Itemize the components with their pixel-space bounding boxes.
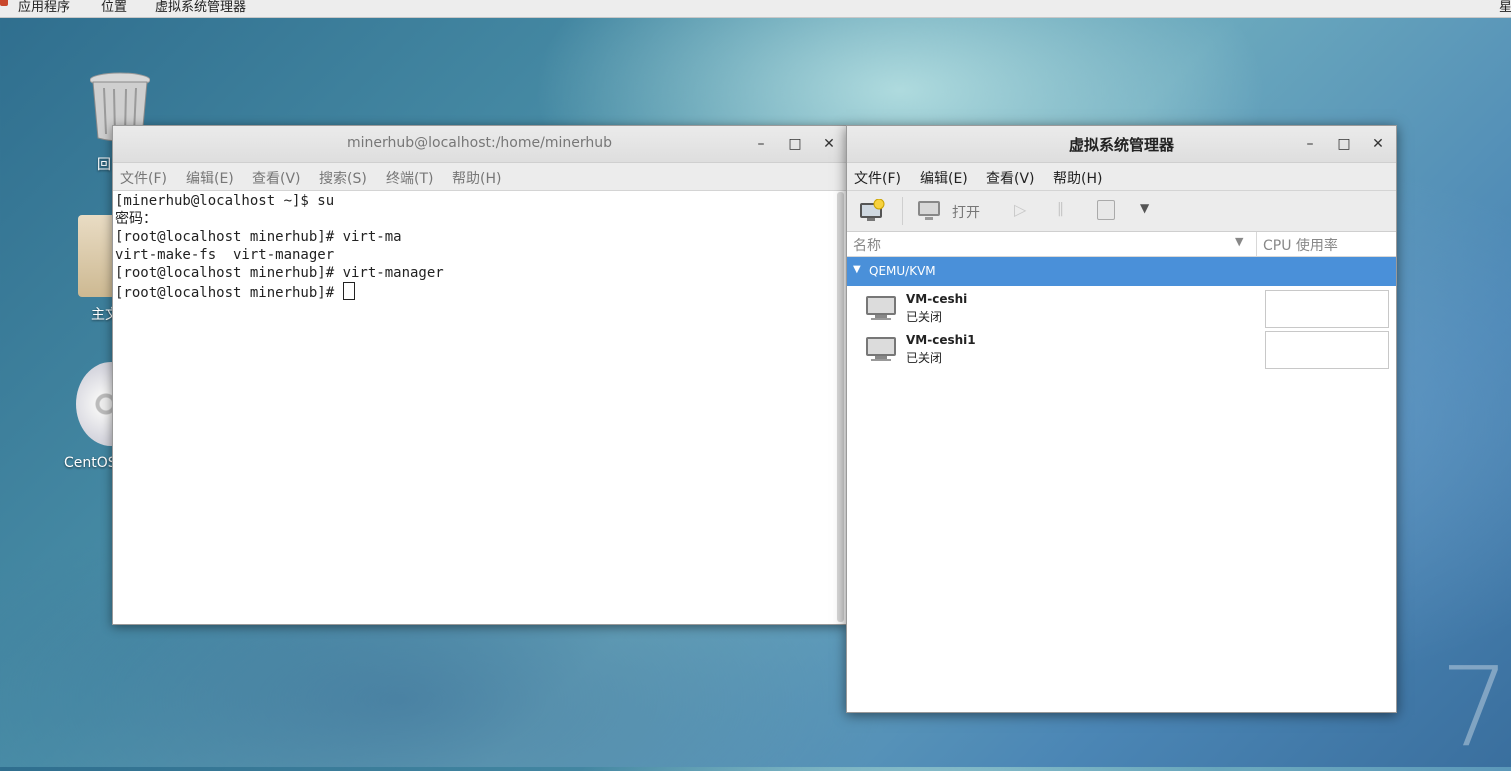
chevron-down-icon[interactable]: ▼ xyxy=(1235,235,1243,248)
monitor-icon xyxy=(866,296,896,320)
monitor-icon[interactable] xyxy=(917,200,941,222)
terminal-line: [minerhub@localhost ~]$ su xyxy=(115,193,335,209)
clock-clipped[interactable]: 星 xyxy=(1499,0,1511,15)
vm-status: 已关闭 xyxy=(906,310,943,324)
maximize-icon[interactable]: □ xyxy=(785,134,805,154)
vmm-toolbar: 打开 ▷ ‖ ▼ xyxy=(847,191,1396,232)
maximize-icon[interactable]: □ xyxy=(1334,134,1354,154)
menu-file[interactable]: 文件(F) xyxy=(854,168,901,188)
disc-label[interactable]: CentOS xyxy=(64,455,117,471)
menu-help[interactable]: 帮助(H) xyxy=(452,168,501,188)
new-vm-icon[interactable] xyxy=(859,199,885,223)
terminal-cursor xyxy=(342,282,355,300)
close-icon[interactable]: ✕ xyxy=(819,134,839,154)
vm-status: 已关闭 xyxy=(906,351,943,365)
vmm-titlebar[interactable]: 虚拟系统管理器 – □ ✕ xyxy=(847,126,1396,163)
vm-row[interactable]: VM-ceshi1 已关闭 xyxy=(847,329,1396,370)
chevron-down-icon[interactable]: ▼ xyxy=(1140,201,1149,215)
menu-view[interactable]: 查看(V) xyxy=(986,168,1035,188)
close-icon[interactable]: ✕ xyxy=(1368,134,1388,154)
active-app-menu[interactable]: 虚拟系统管理器 xyxy=(155,0,246,15)
menu-search[interactable]: 搜索(S) xyxy=(319,168,367,188)
applications-logo-icon xyxy=(0,0,8,6)
menu-file[interactable]: 文件(F) xyxy=(120,168,167,188)
open-button[interactable]: 打开 xyxy=(952,202,980,222)
places-menu[interactable]: 位置 xyxy=(101,0,127,15)
terminal-scrollbar[interactable] xyxy=(837,192,844,622)
pause-icon[interactable]: ‖ xyxy=(1057,201,1064,217)
terminal-menubar: 文件(F) 编辑(E) 查看(V) 搜索(S) 终端(T) 帮助(H) xyxy=(113,163,846,191)
folder-icon[interactable] xyxy=(78,215,114,297)
minimize-icon[interactable]: – xyxy=(1300,134,1320,154)
menu-help[interactable]: 帮助(H) xyxy=(1053,168,1102,188)
cpu-usage-graph xyxy=(1265,290,1389,328)
vmm-menubar: 文件(F) 编辑(E) 查看(V) 帮助(H) xyxy=(847,163,1396,191)
menu-edit[interactable]: 编辑(E) xyxy=(186,168,234,188)
wallpaper-seven: 7 xyxy=(1440,643,1510,771)
minimize-icon[interactable]: – xyxy=(751,134,771,154)
vm-name: VM-ceshi xyxy=(906,292,968,306)
shutdown-icon[interactable] xyxy=(1097,200,1115,220)
column-name-header[interactable]: 名称 xyxy=(853,235,881,255)
connection-name: QEMU/KVM xyxy=(869,264,936,278)
toolbar-separator xyxy=(902,197,903,225)
menu-terminal[interactable]: 终端(T) xyxy=(386,168,433,188)
menu-edit[interactable]: 编辑(E) xyxy=(920,168,968,188)
terminal-line: virt-make-fs virt-manager xyxy=(115,247,335,263)
expand-triangle-icon[interactable]: ▼ xyxy=(853,264,861,275)
cpu-usage-graph xyxy=(1265,331,1389,369)
list-header: 名称 ▼ CPU 使用率 xyxy=(847,232,1396,257)
trash-label[interactable]: 回 xyxy=(97,154,111,174)
menu-view[interactable]: 查看(V) xyxy=(252,168,301,188)
virt-manager-window[interactable]: 虚拟系统管理器 – □ ✕ 文件(F) 编辑(E) 查看(V) 帮助(H) 打开… xyxy=(846,125,1397,713)
terminal-line: 密码： xyxy=(115,211,157,227)
terminal-line: [root@localhost minerhub]# virt-manager xyxy=(115,265,444,281)
play-icon[interactable]: ▷ xyxy=(1014,200,1026,219)
terminal-window[interactable]: minerhub@localhost:/home/minerhub – □ ✕ … xyxy=(112,125,847,625)
vm-row[interactable]: VM-ceshi 已关闭 xyxy=(847,288,1396,329)
terminal-prompt-line: [root@localhost minerhub]# xyxy=(115,282,831,302)
column-divider xyxy=(1256,232,1257,256)
monitor-icon xyxy=(866,337,896,361)
column-cpu-header[interactable]: CPU 使用率 xyxy=(1263,235,1338,255)
top-panel: 应用程序 位置 虚拟系统管理器 星 xyxy=(0,0,1511,18)
terminal-title: minerhub@localhost:/home/minerhub xyxy=(347,135,612,151)
terminal-titlebar[interactable]: minerhub@localhost:/home/minerhub – □ ✕ xyxy=(113,126,846,163)
terminal-output[interactable]: [minerhub@localhost ~]$ su 密码： [root@local… xyxy=(115,192,831,622)
connection-row[interactable]: ▼ QEMU/KVM xyxy=(847,257,1396,286)
terminal-prompt: [root@localhost minerhub]# xyxy=(115,285,343,301)
terminal-line: [root@localhost minerhub]# virt-ma xyxy=(115,229,402,245)
vm-name: VM-ceshi1 xyxy=(906,333,976,347)
applications-menu[interactable]: 应用程序 xyxy=(18,0,70,15)
